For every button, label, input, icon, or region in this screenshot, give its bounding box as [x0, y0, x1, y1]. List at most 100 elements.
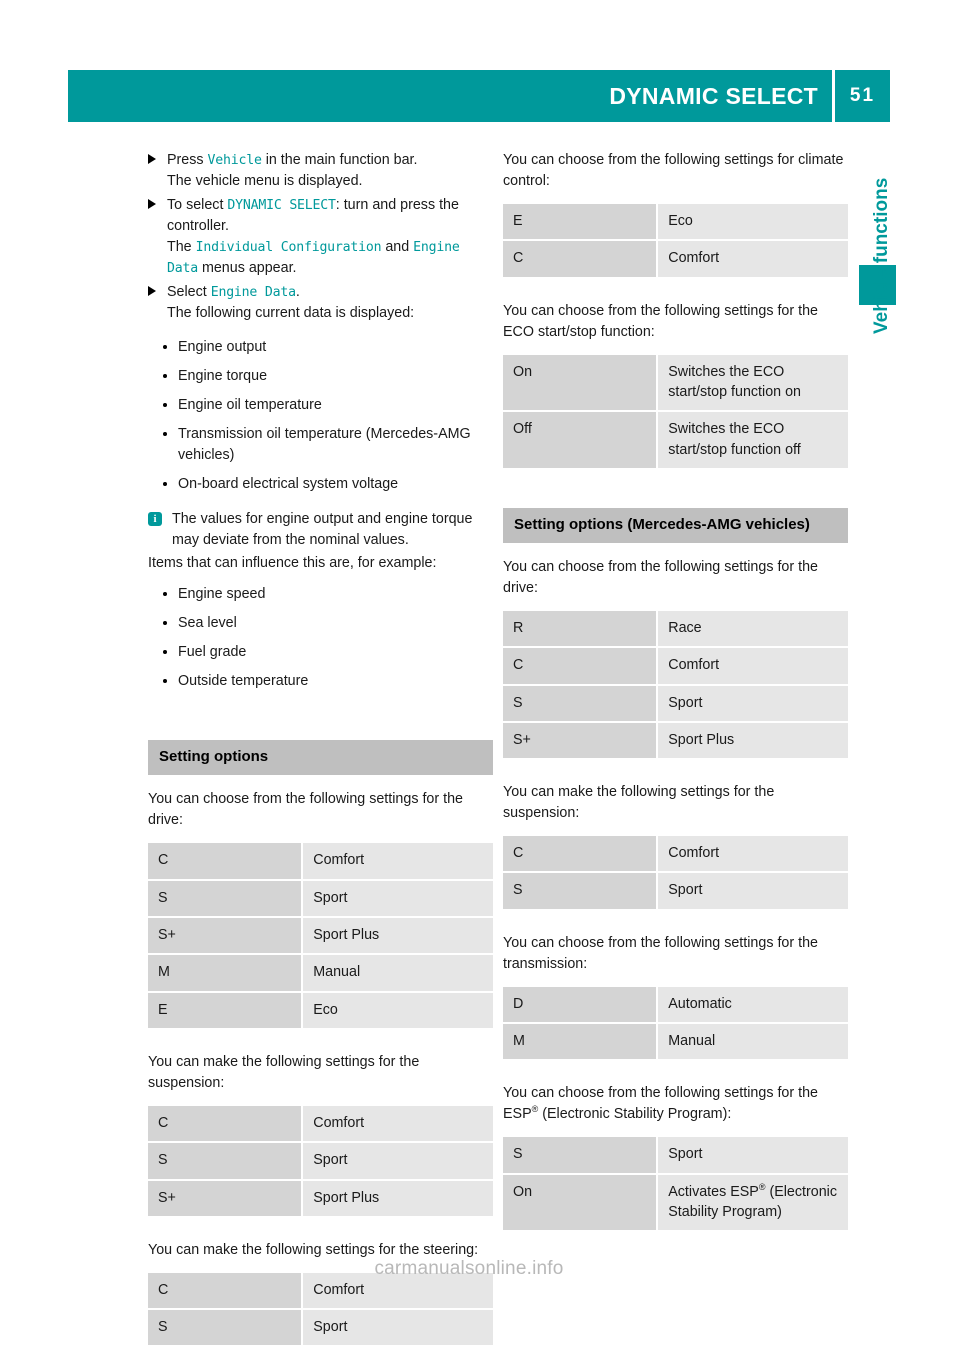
suspension-settings-table: C Comfort S Sport S+ Sport Plus — [148, 1105, 493, 1216]
dot-bullet-icon — [163, 482, 167, 487]
step-text: Press Vehicle in the main function bar. — [167, 152, 418, 168]
table-row: S Sport — [148, 880, 493, 919]
table-row: S Sport — [148, 1143, 493, 1181]
table-cell-key: S — [503, 685, 659, 723]
step-subtext: The vehicle menu is displayed. — [167, 173, 363, 190]
info-icon: i — [148, 512, 162, 527]
table-cell-key: C — [503, 836, 659, 874]
table-cell-value: Comfort — [658, 648, 848, 686]
table-row: E Eco — [148, 992, 493, 1028]
list-item: Engine torque — [161, 366, 493, 387]
list-item-label: On-board electrical system voltage — [178, 476, 399, 493]
amg-drive-settings-table: R Race C Comfort S Sport S+ Sport Plus — [503, 610, 848, 759]
table-row: S Sport — [503, 685, 848, 723]
drive-settings-table: C Comfort S Sport S+ Sport Plus M Manual E Ec… — [148, 843, 493, 1028]
table-cell-value: Sport Plus — [303, 1180, 493, 1216]
table-row: M Manual — [503, 1024, 848, 1060]
suspension-intro-text: You can make the following settings for … — [148, 1053, 420, 1091]
table-cell-key: S+ — [148, 918, 304, 956]
table-row: S Sport — [503, 1137, 848, 1175]
table-cell-value: Eco — [658, 204, 848, 242]
page-title: DYNAMIC SELECT — [609, 82, 818, 109]
arrow-bullet-icon — [148, 286, 156, 297]
list-item: Engine output — [161, 337, 493, 358]
table-cell-value: Sport — [658, 1137, 848, 1175]
list-item-label: Engine output — [178, 339, 267, 356]
list-item: Fuel grade — [161, 642, 493, 663]
table-cell-value: Sport — [303, 1310, 493, 1345]
table-cell-key: D — [503, 986, 659, 1025]
step-item: Select Engine Data. The following curren… — [148, 282, 493, 324]
left-column: Press Vehicle in the main function bar. … — [148, 150, 493, 1345]
table-cell-value: Eco — [303, 992, 493, 1028]
table-cell-key: S+ — [148, 1180, 304, 1216]
esp-settings-table: S Sport On Activates ESP® (Electronic St… — [503, 1137, 848, 1231]
table-cell-key: C — [148, 1105, 304, 1144]
step-text: Select Engine Data. — [167, 284, 300, 301]
influence-list: Engine speed Sea level Fuel grade Outsid… — [148, 584, 493, 692]
dot-bullet-icon — [163, 432, 167, 437]
list-item-label: Engine speed — [178, 586, 266, 603]
table-row: S Sport — [148, 1310, 493, 1345]
ui-term: Individual Configuration — [195, 240, 382, 256]
step-text: To select DYNAMIC SELECT: turn and press… — [167, 197, 459, 235]
note-follow-text: Items that can influence this are, for e… — [148, 555, 437, 572]
section-heading-amg-setting-options: Setting options (Mercedes-AMG vehicles) — [503, 507, 848, 543]
table-cell-value: Activates ESP® (Electronic Stability Pro… — [658, 1174, 848, 1231]
table-row: C Comfort — [148, 1105, 493, 1144]
table-row: C Comfort — [503, 648, 848, 686]
table-row: C Comfort — [148, 843, 493, 881]
table-row: S Sport — [503, 873, 848, 909]
info-note-text: The values for engine output and engine … — [172, 511, 473, 549]
table-cell-value: Sport Plus — [303, 918, 493, 956]
eco-intro-text: You can choose from the following settin… — [503, 302, 818, 340]
list-item-label: Engine oil temperature — [178, 397, 322, 414]
climate-intro-text: You can choose from the following settin… — [503, 152, 844, 190]
table-cell-key: S+ — [503, 722, 659, 759]
arrow-bullet-icon — [148, 154, 156, 164]
table-row: C Comfort — [503, 836, 848, 874]
list-item-label: Transmission oil temperature (Mercedes-A… — [178, 426, 471, 464]
step-subtext: The Individual Configuration and Engine … — [167, 239, 460, 277]
table-cell-value: Manual — [303, 955, 493, 993]
table-row: R Race — [503, 610, 848, 649]
list-item: On-board electrical system voltage — [161, 474, 493, 495]
climate-settings-table: E Eco C Comfort — [503, 204, 848, 277]
dot-bullet-icon — [163, 621, 167, 626]
amg-suspension-intro-text: You can make the following settings for … — [503, 784, 775, 822]
dot-bullet-icon — [163, 650, 167, 655]
table-row: On Activates ESP® (Electronic Stability … — [503, 1174, 848, 1231]
step-subtext: The following current data is displayed: — [167, 305, 415, 322]
dot-bullet-icon — [163, 374, 167, 379]
table-cell-key: C — [503, 241, 659, 277]
table-cell-key: S — [148, 880, 304, 919]
table-row: S+ Sport Plus — [503, 722, 848, 759]
watermark-text: carmanualsonline.info — [374, 1258, 564, 1279]
eco-start-stop-table: On Switches the ECO start/stop function o… — [503, 354, 848, 468]
table-cell-value: Manual — [658, 1024, 848, 1060]
step-item: To select DYNAMIC SELECT: turn and press… — [148, 195, 493, 279]
right-column: You can choose from the following settin… — [503, 150, 848, 1231]
table-cell-value: Sport — [658, 685, 848, 723]
table-row: On Switches the ECO start/stop function o… — [503, 354, 848, 413]
table-cell-key: S — [148, 1310, 304, 1345]
amg-drive-intro-text: You can choose from the following settin… — [503, 558, 818, 596]
table-cell-key: On — [503, 1174, 659, 1231]
table-cell-value: Comfort — [303, 1105, 493, 1144]
amg-transmission-intro-text: You can choose from the following settin… — [503, 934, 818, 972]
table-cell-value: Switches the ECO start/stop function on — [658, 354, 848, 413]
table-cell-value: Sport Plus — [658, 722, 848, 759]
list-item: Engine speed — [161, 584, 493, 605]
list-item-label: Sea level — [178, 615, 237, 632]
table-cell-value: Race — [658, 610, 848, 649]
table-cell-value: Comfort — [658, 836, 848, 874]
list-item-label: Engine torque — [178, 368, 268, 385]
table-cell-key: E — [148, 992, 304, 1028]
table-cell-value: Sport — [303, 1143, 493, 1181]
table-cell-key: E — [503, 204, 659, 242]
list-item: Engine oil temperature — [161, 395, 493, 416]
steering-settings-table: C Comfort S Sport — [148, 1272, 493, 1345]
table-cell-value: Automatic — [658, 986, 848, 1025]
engine-data-list: Engine output Engine torque Engine oil t… — [148, 337, 493, 495]
table-cell-key: S — [148, 1143, 304, 1181]
